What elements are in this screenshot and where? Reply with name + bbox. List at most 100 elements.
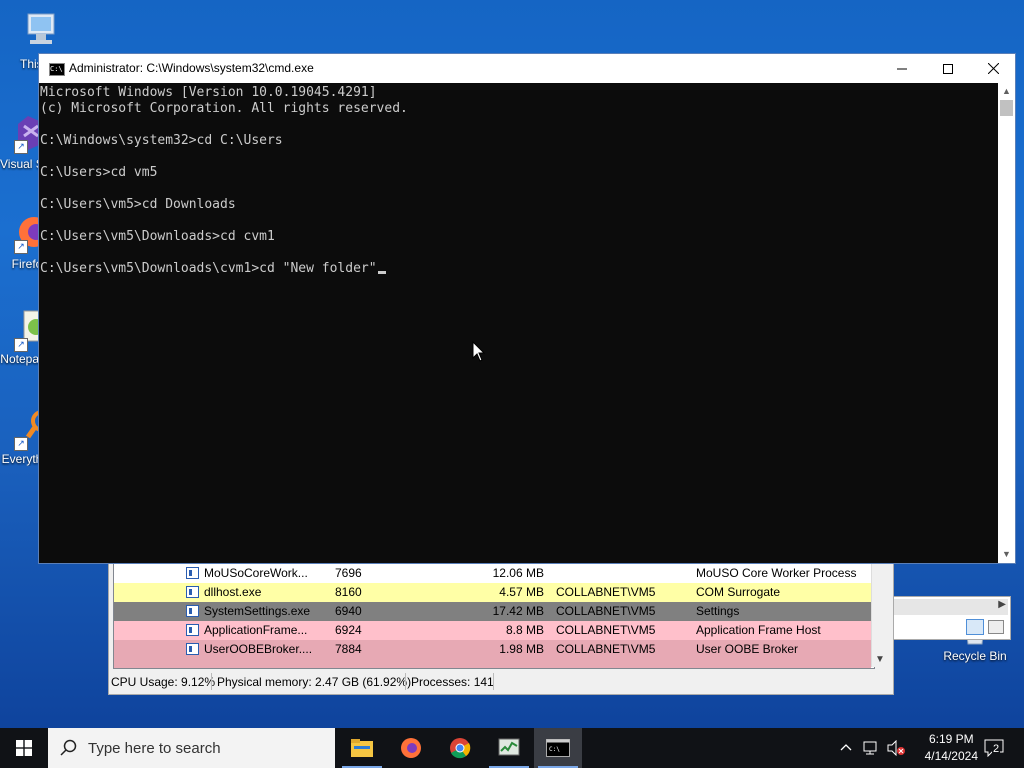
- show-hidden-icons-chevron-up-icon[interactable]: [840, 743, 852, 751]
- process-user: COLLABNET\VM5: [556, 585, 656, 599]
- process-list-scrollbar[interactable]: ▼: [871, 563, 889, 667]
- process-name: dllhost.exe: [204, 585, 262, 599]
- taskbar-clock[interactable]: 6:19 PM 4/14/2024: [925, 731, 978, 765]
- shortcut-arrow-icon: ↗: [14, 437, 28, 451]
- process-description: Settings: [696, 604, 740, 618]
- shortcut-arrow-icon: ↗: [14, 240, 28, 254]
- process-list[interactable]: MoUSoCoreWork... 7696 12.06 MB MoUSO Core W…: [113, 563, 875, 669]
- process-name: MoUSoCoreWork...: [204, 566, 308, 580]
- console-line: Microsoft Windows [Version 10.0.19045.42…: [40, 85, 377, 100]
- chrome-icon: [450, 738, 471, 759]
- file-explorer-icon: [351, 739, 373, 757]
- console-line: (c) Microsoft Corporation. All rights re…: [40, 101, 408, 116]
- console-line: C:\Users>cd vm5: [40, 165, 158, 180]
- close-icon: [987, 63, 999, 74]
- shortcut-arrow-icon: ↗: [14, 140, 28, 154]
- network-icon[interactable]: [862, 740, 880, 756]
- notification-count-badge: 2: [992, 743, 1001, 755]
- taskbar-chrome[interactable]: [436, 728, 484, 768]
- taskbar-search-box[interactable]: Type here to search: [48, 728, 335, 768]
- process-row[interactable]: ApplicationFrame... 6924 8.8 MB COLLABNET\V…: [114, 621, 871, 640]
- console-line: C:\Windows\system32>cd C:\Users: [40, 133, 283, 148]
- cmd-title-bar[interactable]: C:\ Administrator: C:\Windows\system32\c…: [39, 54, 1015, 83]
- clock-date: 4/14/2024: [924, 749, 978, 763]
- process-description: COM Surrogate: [696, 585, 781, 599]
- process-row-partial[interactable]: [114, 659, 871, 668]
- process-name: SystemSettings.exe: [204, 604, 311, 618]
- explorer-hscroll[interactable]: [892, 599, 1008, 615]
- windows-logo-icon: [16, 740, 32, 756]
- cmd-window[interactable]: C:\ Administrator: C:\Windows\system32\c…: [38, 53, 1016, 564]
- scroll-up-icon[interactable]: ▲: [998, 83, 1015, 100]
- explorer-window-fragment: ▶: [892, 596, 1011, 640]
- process-pid: 8160: [335, 585, 362, 599]
- shortcut-arrow-icon: ↗: [14, 338, 28, 352]
- process-user: COLLABNET\VM5: [556, 604, 656, 618]
- start-button[interactable]: [0, 728, 48, 768]
- process-memory: 12.06 MB: [492, 566, 544, 580]
- scroll-down-icon[interactable]: ▼: [998, 546, 1015, 563]
- process-memory: 8.8 MB: [505, 623, 544, 637]
- process-pid: 6940: [335, 604, 362, 618]
- maximize-button[interactable]: [925, 54, 971, 83]
- process-icon: [186, 567, 199, 579]
- window-title: Administrator: C:\Windows\system32\cmd.e…: [69, 61, 314, 75]
- process-icon: [186, 605, 199, 617]
- notification-center-button[interactable]: 2: [982, 736, 1006, 760]
- scrollbar-thumb[interactable]: [1000, 100, 1013, 116]
- minimize-button[interactable]: [879, 54, 925, 83]
- task-manager-icon: [498, 738, 520, 756]
- search-placeholder: Type here to search: [88, 740, 221, 757]
- process-memory: 4.57 MB: [499, 585, 544, 599]
- close-button[interactable]: [970, 54, 1016, 83]
- process-row[interactable]: SystemSettings.exe 6940 17.42 MB COLLABNET\…: [114, 602, 871, 621]
- process-description: MoUSO Core Worker Process: [696, 566, 857, 580]
- process-count: Processes: 141: [411, 675, 494, 689]
- console-output[interactable]: Microsoft Windows [Version 10.0.19045.42…: [40, 83, 998, 563]
- process-description: User OOBE Broker: [696, 642, 799, 656]
- process-description: Application Frame Host: [696, 623, 821, 637]
- system-tray: [834, 728, 914, 768]
- scroll-right-icon[interactable]: ▶: [998, 599, 1006, 610]
- process-memory: 17.42 MB: [492, 604, 544, 618]
- this-pc-icon: [27, 13, 55, 44]
- clock-time: 6:19 PM: [928, 732, 974, 746]
- process-row[interactable]: MoUSoCoreWork... 7696 12.06 MB MoUSO Core W…: [114, 564, 871, 583]
- process-pid: 7884: [335, 642, 362, 656]
- maximize-icon: [943, 63, 953, 74]
- text-cursor: [377, 271, 386, 274]
- desktop-icon-label: Recycle Bin: [943, 649, 1007, 663]
- process-memory: 1.98 MB: [499, 642, 544, 656]
- cmd-app-icon: C:\: [49, 63, 65, 76]
- command-prompt-icon: C:\: [546, 739, 570, 757]
- process-name: UserOOBEBroker....: [204, 642, 313, 656]
- process-row[interactable]: UserOOBEBroker.... 7884 1.98 MB COLLABNET\V…: [114, 640, 871, 659]
- process-icon: [186, 624, 199, 636]
- process-user: COLLABNET\VM5: [556, 642, 656, 656]
- process-user: COLLABNET\VM5: [556, 623, 656, 637]
- process-row[interactable]: dllhost.exe 8160 4.57 MB COLLABNET\VM5 COM S…: [114, 583, 871, 602]
- search-icon: [60, 739, 77, 756]
- process-pid: 7696: [335, 566, 362, 580]
- minimize-icon: [897, 68, 907, 69]
- svg-text:C:\: C:\: [549, 746, 560, 753]
- mouse-pointer-icon: [472, 341, 486, 362]
- taskbar-command-prompt[interactable]: C:\: [534, 728, 582, 768]
- console-scrollbar[interactable]: ▲ ▼: [998, 83, 1015, 563]
- physical-memory: Physical memory: 2.47 GB (61.92%): [217, 675, 412, 689]
- scroll-down-icon[interactable]: ▼: [875, 654, 885, 665]
- volume-muted-icon[interactable]: [886, 740, 906, 756]
- taskbar-task-manager[interactable]: [485, 728, 533, 768]
- details-view-icon[interactable]: [966, 619, 984, 635]
- process-icon: [186, 643, 199, 655]
- console-line: C:\Users\vm5\Downloads\cvm1>cd "New fold…: [40, 261, 386, 277]
- task-manager-window: MoUSoCoreWork... 7696 12.06 MB MoUSO Core W…: [108, 562, 894, 695]
- large-icons-view-icon[interactable]: [988, 620, 1004, 634]
- taskbar-file-explorer[interactable]: [338, 728, 386, 768]
- taskbar-firefox[interactable]: [387, 728, 435, 768]
- firefox-icon: [401, 738, 421, 758]
- process-icon: [186, 586, 199, 598]
- taskbar: Type here to search C:\ 6:19 PM 4/14/202…: [0, 728, 1024, 768]
- process-name: ApplicationFrame...: [204, 623, 308, 637]
- status-bar: CPU Usage: 9.12% Physical memory: 2.47 G…: [109, 670, 893, 692]
